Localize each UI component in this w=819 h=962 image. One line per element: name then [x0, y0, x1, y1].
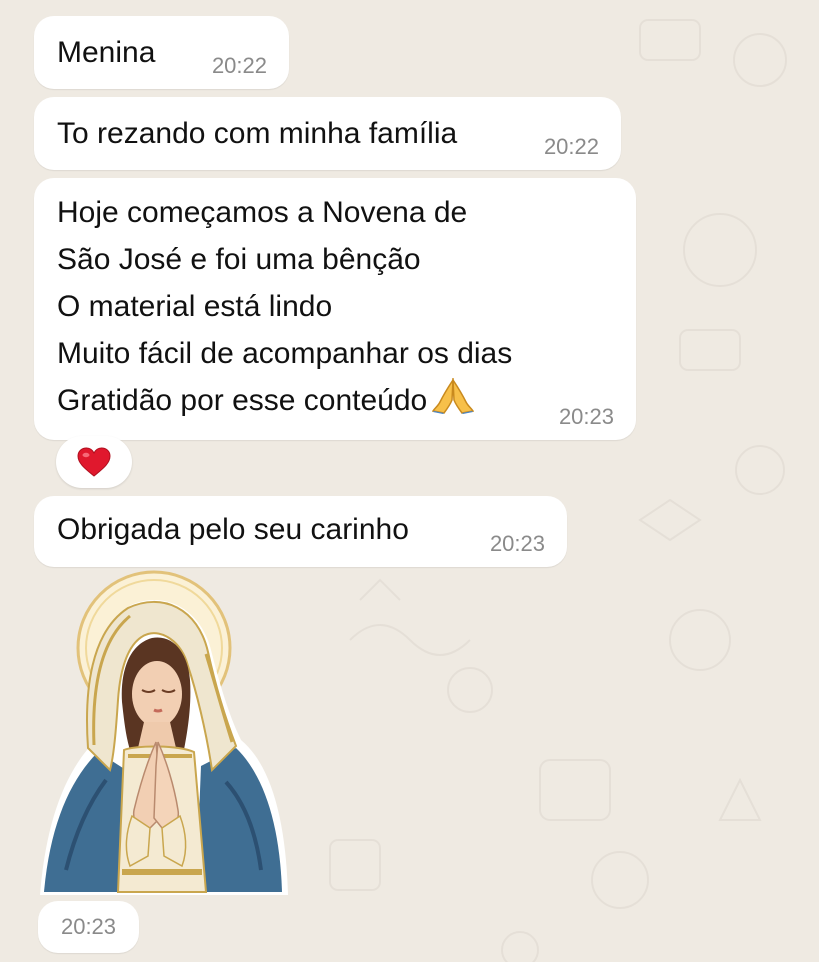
message-timestamp: 20:22 [543, 134, 599, 159]
red-heart-icon [77, 447, 111, 477]
message-bubble[interactable]: Menina 20:22 [34, 16, 289, 89]
praying-hands-icon [431, 377, 474, 414]
message-bubble[interactable]: Obrigada pelo seu carinho 20:23 [34, 496, 567, 567]
message-text: Menina [57, 36, 156, 69]
message-text: To rezando com minha família [57, 117, 458, 150]
message-timestamp: 20:23 [558, 404, 614, 429]
message-text: Obrigada pelo seu carinho [57, 513, 409, 546]
message-bubble[interactable]: To rezando com minha família 20:22 [34, 97, 621, 170]
message-timestamp: 20:23 [489, 531, 545, 556]
chat-area: Menina 20:22 To rezando com minha famíli… [0, 0, 819, 962]
praying-virgin-mary-sticker[interactable] [36, 570, 290, 896]
sticker-timestamp: 20:23 [38, 901, 139, 953]
message-bubble[interactable]: Hoje começamos a Novena de São José e fo… [34, 178, 636, 440]
message-timestamp: 20:22 [211, 53, 267, 78]
message-reaction[interactable] [56, 436, 132, 488]
